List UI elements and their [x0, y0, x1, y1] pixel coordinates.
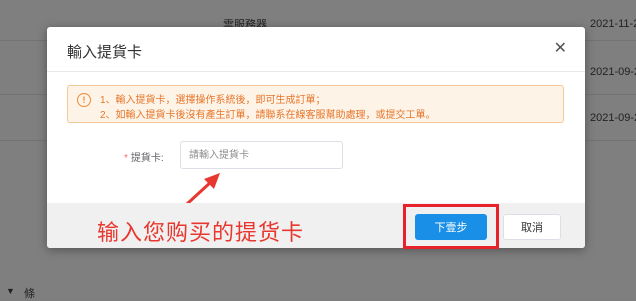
notice-box: ! 1、輸入提貨卡，選擇操作系統後，即可生成訂單； 2、如輸入提貨卡後沒有產生訂…: [67, 85, 564, 123]
required-mark: *: [124, 153, 128, 164]
next-step-button[interactable]: 下壹步: [415, 214, 487, 240]
card-field-label: * 提貨卡:: [124, 149, 164, 164]
dialog-title: 輸入提貨卡: [67, 44, 143, 61]
redeem-card-dialog: 輸入提貨卡 ✕ ! 1、輸入提貨卡，選擇操作系統後，即可生成訂單； 2、如輸入提…: [47, 27, 585, 249]
notice-line-2: 2、如輸入提貨卡後沒有產生訂單，請聯系在線客服幫助處理，或提交工單。: [100, 110, 436, 121]
card-field-label-text: 提貨卡:: [130, 153, 164, 164]
annotation-text: 输入您购买的提货卡: [97, 220, 305, 245]
header-divider: [47, 71, 585, 72]
warning-icon: !: [77, 93, 91, 107]
card-code-input[interactable]: [180, 141, 343, 169]
close-icon[interactable]: ✕: [554, 39, 567, 59]
notice-line-1: 1、輸入提貨卡，選擇操作系統後，即可生成訂單；: [100, 95, 326, 106]
cancel-button[interactable]: 取消: [503, 214, 561, 240]
